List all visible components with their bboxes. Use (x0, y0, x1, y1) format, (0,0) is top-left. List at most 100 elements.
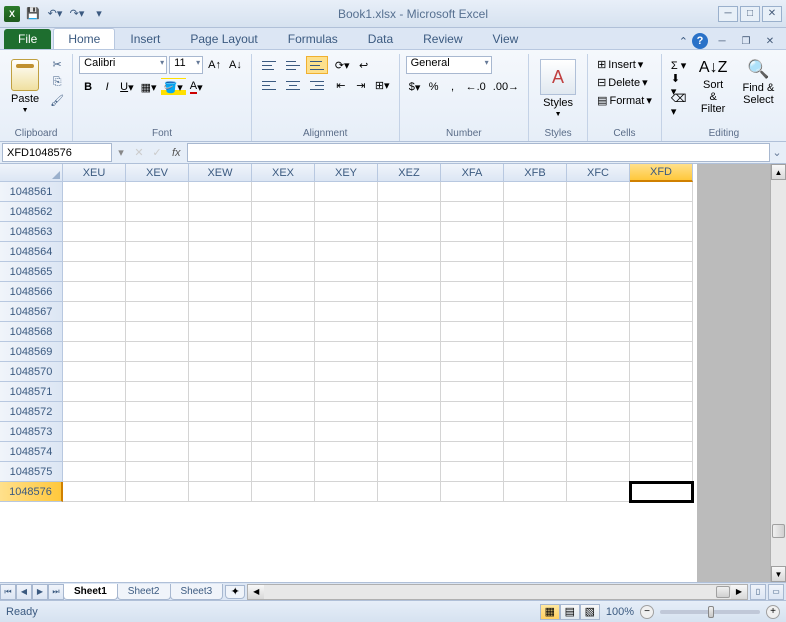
font-size-combo[interactable]: 11 (169, 56, 203, 74)
row-header[interactable]: 1048563 (0, 222, 63, 242)
cell[interactable] (63, 182, 126, 202)
cell[interactable] (504, 442, 567, 462)
cell[interactable] (63, 402, 126, 422)
row-header[interactable]: 1048575 (0, 462, 63, 482)
cell[interactable] (252, 302, 315, 322)
new-sheet-button[interactable]: ✦ (225, 585, 245, 599)
hsplit-icon[interactable]: ▭ (768, 584, 784, 600)
cell[interactable] (126, 462, 189, 482)
zoom-thumb[interactable] (708, 606, 714, 618)
align-middle-icon[interactable] (282, 56, 304, 74)
cell[interactable] (126, 222, 189, 242)
cell[interactable] (189, 222, 252, 242)
row-header[interactable]: 1048568 (0, 322, 63, 342)
cell[interactable] (378, 202, 441, 222)
cell[interactable] (63, 282, 126, 302)
cell[interactable] (630, 382, 693, 402)
cell[interactable] (252, 342, 315, 362)
cell[interactable] (567, 282, 630, 302)
cell[interactable] (189, 322, 252, 342)
cell[interactable] (126, 362, 189, 382)
cell[interactable] (252, 462, 315, 482)
col-header[interactable]: XEV (126, 164, 189, 182)
cell[interactable] (630, 262, 693, 282)
cell[interactable] (252, 382, 315, 402)
cell[interactable] (126, 482, 189, 502)
vertical-scrollbar[interactable]: ▲ ▼ (770, 164, 786, 582)
cell[interactable] (630, 222, 693, 242)
cell[interactable] (189, 262, 252, 282)
cell[interactable] (630, 422, 693, 442)
cell[interactable] (63, 222, 126, 242)
cell[interactable] (189, 382, 252, 402)
cell[interactable] (441, 322, 504, 342)
cell[interactable] (630, 402, 693, 422)
fill-color-icon[interactable]: 🪣▾ (161, 78, 186, 96)
row-header[interactable]: 1048567 (0, 302, 63, 322)
cell[interactable] (567, 182, 630, 202)
row-header[interactable]: 1048574 (0, 442, 63, 462)
scroll-right-icon[interactable]: ▶ (731, 585, 747, 599)
cell[interactable] (567, 362, 630, 382)
formula-input[interactable] (187, 143, 770, 162)
page-layout-view-icon[interactable]: ▤ (560, 604, 580, 620)
increase-font-icon[interactable]: A↑ (205, 56, 224, 74)
styles-button[interactable]: A Styles ▼ (535, 56, 581, 121)
row-header[interactable]: 1048576 (0, 482, 63, 502)
cell[interactable] (189, 442, 252, 462)
cell[interactable] (189, 302, 252, 322)
cell[interactable] (315, 342, 378, 362)
cell[interactable] (504, 322, 567, 342)
find-select-button[interactable]: 🔍 Find & Select (737, 56, 780, 109)
cell[interactable] (63, 202, 126, 222)
enter-formula-icon[interactable]: ✓ (148, 144, 166, 162)
cut-icon[interactable]: ✂ (48, 56, 66, 72)
sort-filter-button[interactable]: A↓Z Sort & Filter (693, 56, 732, 118)
cell[interactable] (441, 462, 504, 482)
cell[interactable] (567, 222, 630, 242)
cell[interactable] (630, 282, 693, 302)
cell[interactable] (504, 422, 567, 442)
tab-home[interactable]: Home (53, 28, 115, 49)
cell[interactable] (189, 402, 252, 422)
cell[interactable] (63, 362, 126, 382)
cell[interactable] (630, 302, 693, 322)
cell[interactable] (504, 362, 567, 382)
cell[interactable] (126, 442, 189, 462)
cell[interactable] (252, 482, 315, 502)
cell[interactable] (567, 382, 630, 402)
zoom-out-icon[interactable]: − (640, 605, 654, 619)
cell[interactable] (441, 342, 504, 362)
cell[interactable] (63, 442, 126, 462)
align-left-icon[interactable] (258, 76, 280, 94)
cell[interactable] (252, 402, 315, 422)
bold-button[interactable]: B (79, 78, 97, 96)
row-header[interactable]: 1048569 (0, 342, 63, 362)
cell[interactable] (441, 222, 504, 242)
qat-customize-icon[interactable]: ▾ (90, 5, 108, 23)
decrease-decimal-icon[interactable]: .00→ (490, 78, 522, 96)
fx-icon[interactable]: fx (166, 147, 187, 159)
tab-insert[interactable]: Insert (115, 28, 175, 49)
doc-restore-button[interactable]: ❐ (736, 33, 756, 49)
cell[interactable] (378, 282, 441, 302)
scroll-left-icon[interactable]: ◀ (248, 585, 264, 599)
format-cells-button[interactable]: ▤Format ▾ (594, 92, 655, 109)
tab-review[interactable]: Review (408, 28, 477, 49)
row-header[interactable]: 1048566 (0, 282, 63, 302)
cell[interactable] (315, 322, 378, 342)
cell[interactable] (441, 442, 504, 462)
italic-button[interactable]: I (98, 78, 116, 96)
scroll-up-icon[interactable]: ▲ (771, 164, 786, 180)
cell[interactable] (315, 262, 378, 282)
cell[interactable] (567, 202, 630, 222)
tab-page-layout[interactable]: Page Layout (175, 28, 272, 49)
cell[interactable] (63, 342, 126, 362)
cell[interactable] (189, 242, 252, 262)
cell[interactable] (126, 302, 189, 322)
cell[interactable] (315, 242, 378, 262)
cell[interactable] (441, 402, 504, 422)
cell[interactable] (504, 242, 567, 262)
cell[interactable] (126, 342, 189, 362)
cell[interactable] (630, 322, 693, 342)
